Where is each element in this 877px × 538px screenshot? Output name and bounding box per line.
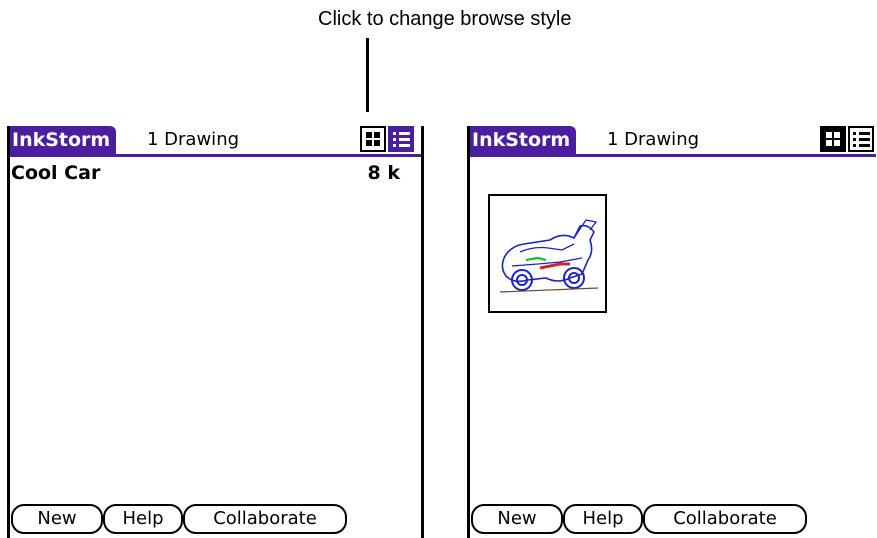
list-view-icon[interactable] (848, 126, 874, 152)
new-button[interactable]: New (11, 504, 103, 534)
screen-border (467, 126, 470, 538)
drawing-size: 8 k (367, 162, 400, 184)
app-title: InkStorm (470, 126, 577, 154)
screen-border (7, 126, 10, 538)
collaborate-button[interactable]: Collaborate (183, 504, 347, 534)
title-underline (470, 154, 876, 157)
callout-pointer-line (366, 38, 369, 112)
browse-style-toggle (820, 126, 876, 154)
title-bar: InkStorm 1 Drawing (470, 126, 876, 157)
new-button[interactable]: New (471, 504, 563, 534)
title-underline (10, 154, 421, 157)
category-selector[interactable]: 1 Drawing (147, 126, 239, 154)
list-view-icon[interactable] (388, 126, 414, 152)
help-button[interactable]: Help (103, 504, 183, 534)
thumbnail-view-screen: InkStorm 1 Drawing New Help Collaborate (467, 126, 877, 538)
list-view-screen: InkStorm 1 Drawing Cool Car 8 k New Help… (7, 126, 424, 538)
title-bar: InkStorm 1 Drawing (10, 126, 421, 157)
grid-view-icon[interactable] (820, 126, 846, 152)
help-button[interactable]: Help (563, 504, 643, 534)
collaborate-button[interactable]: Collaborate (643, 504, 807, 534)
screen-border (421, 126, 424, 538)
category-selector[interactable]: 1 Drawing (607, 126, 699, 154)
callout-label: Click to change browse style (318, 8, 572, 30)
app-title: InkStorm (10, 126, 117, 154)
drawing-name: Cool Car (11, 162, 101, 184)
grid-view-icon[interactable] (360, 126, 386, 152)
browse-style-toggle (360, 126, 416, 154)
car-sketch-image (499, 219, 599, 293)
list-item[interactable]: Cool Car 8 k (11, 162, 400, 188)
drawing-thumbnail[interactable] (488, 194, 607, 313)
